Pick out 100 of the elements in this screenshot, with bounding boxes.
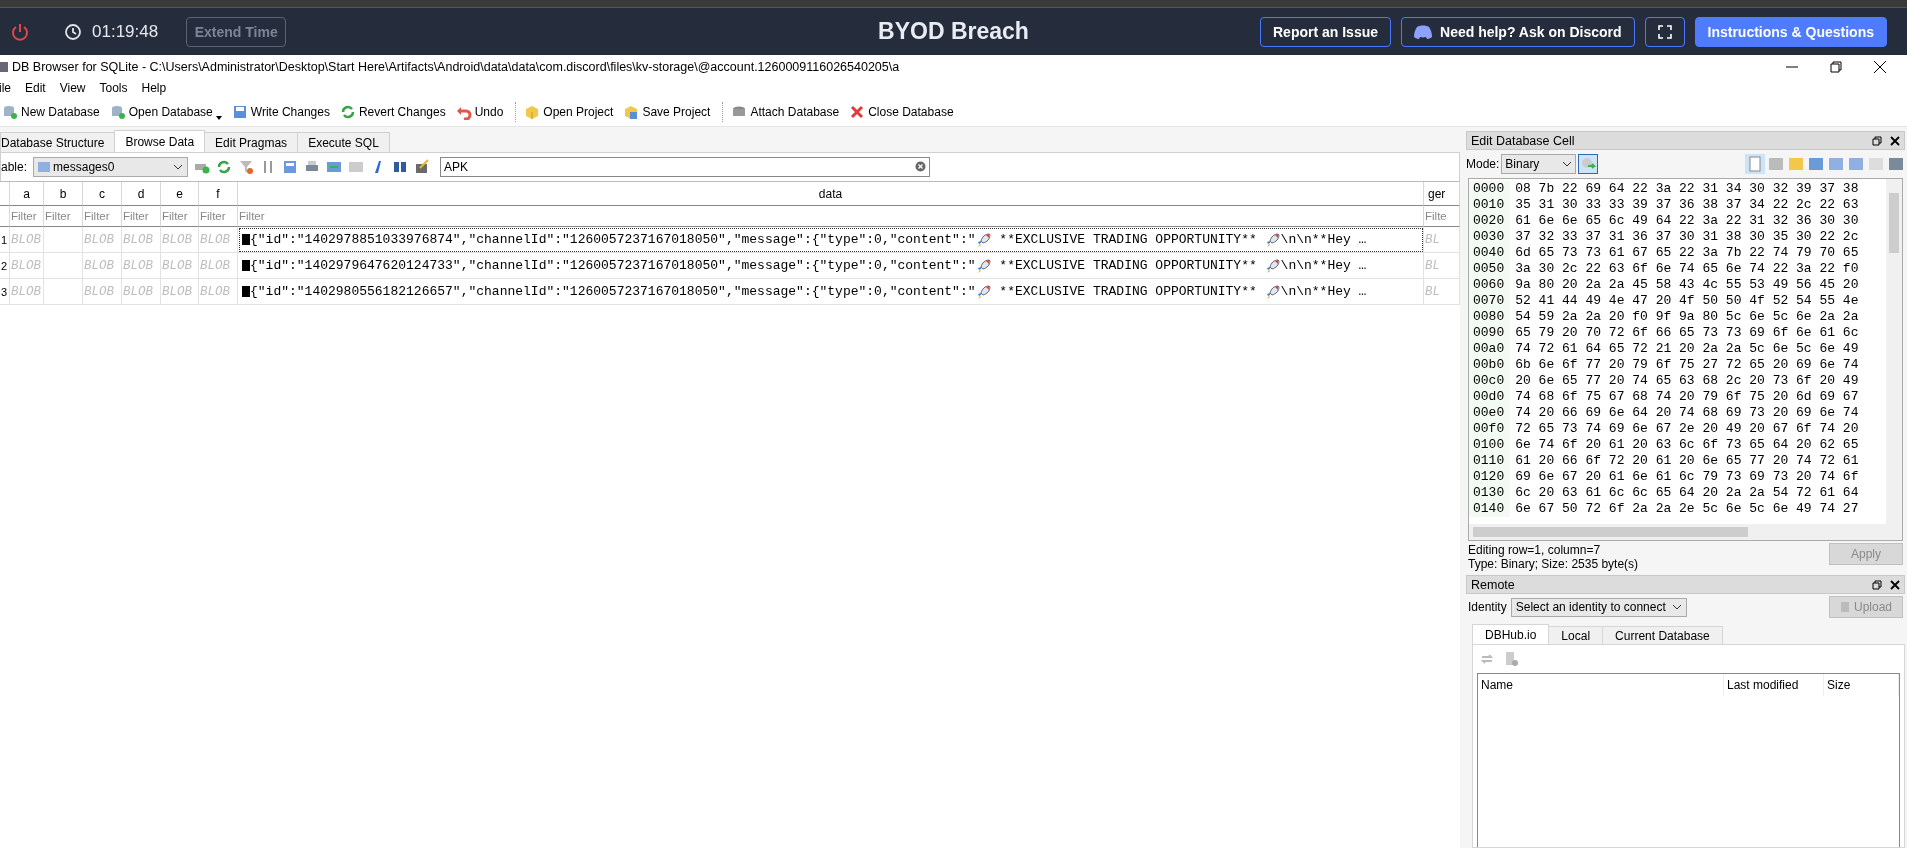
hex-bytes: 65 79 20 70 72 6f 66 65 73 73 69 6f 6e 61 6c [1514,325,1859,341]
identity-select[interactable]: Select an identity to connect [1510,597,1687,617]
cell-text: BLOB [10,284,41,299]
filter-field[interactable]: APK [440,157,931,177]
discord-help-button[interactable]: Need help? Ask on Discord [1401,16,1635,47]
hex-bytes: 6b 6e 6f 77 20 79 6f 75 27 72 65 20 69 6e 74 [1514,357,1859,373]
status-text: Type: Binary; Size: 2535 byte(s) [1468,557,1639,571]
caret-icon [215,115,222,120]
fullscreen-button[interactable] [1644,16,1685,47]
column-header[interactable]: a [23,186,30,201]
close-icon [849,103,866,120]
hex-offset: 0000 [1469,181,1511,197]
cell-text: {"id":"1402978851033976874","channelId":"1260057237167018050","message":{"type":0,"content":" [250,232,976,247]
column-header[interactable]: Last modified [1724,674,1824,696]
toolbar-button[interactable]: Revert Changes [337,98,452,125]
rocket-icon [1264,257,1281,274]
toolbar-button[interactable]: Undo [453,98,510,125]
float-icon [1872,579,1882,590]
column-header[interactable]: data [818,186,843,201]
cell-text: **EXCLUSIVE TRADING OPPORTUNITY** [998,284,1258,299]
column-header[interactable]: d [137,186,145,201]
instructions-button[interactable]: Instructions & Questions [1694,16,1887,47]
hex-bytes: 9a 80 20 2a 2a 45 58 43 4c 55 53 49 56 45 20 [1514,277,1859,293]
hex-offset: 0070 [1469,293,1511,309]
column-header[interactable]: ger [1428,186,1446,201]
page-title: BYOD Breach [878,18,1029,45]
column-header[interactable]: Name [1478,674,1724,696]
menu-item[interactable]: Edit [25,81,54,95]
hex-bytes: 08 7b 22 69 64 22 3a 22 31 34 30 32 39 37 38 [1514,181,1859,197]
hex-offset: 0050 [1469,261,1511,277]
refresh-icon [339,103,356,120]
menu-item[interactable]: Tools [99,81,136,95]
cell-text: \n\n**Hey … [1280,232,1367,247]
toolbar-button[interactable]: New Database [0,98,106,125]
table-select[interactable]: messages0 [33,157,189,177]
row-number: 2 [1,259,8,272]
tab[interactable]: Edit Pragmas [204,132,299,152]
cell-text: **EXCLUSIVE TRADING OPPORTUNITY** [998,232,1258,247]
vertical-scrollbar[interactable] [1886,179,1902,524]
discord-icon [1414,24,1432,39]
panel-title: Edit Database Cell [1471,133,1576,148]
hex-bytes: 20 6e 65 77 20 74 65 63 68 2c 20 73 6f 20 49 [1514,373,1859,389]
report-issue-button[interactable]: Report an Issue [1260,16,1391,47]
cell-text: BLOB [161,258,192,273]
fullscreen-icon [1657,24,1672,39]
hex-bytes: 74 20 66 69 6e 64 20 74 68 69 73 20 69 6e 74 [1514,405,1859,421]
toolbar-button[interactable]: Close Database [847,98,960,125]
toolbar-button[interactable]: Open Project [522,98,620,125]
horizontal-scrollbar[interactable] [1469,524,1902,540]
cell-text: BLOB [199,284,230,299]
toolbar-button[interactable]: Save Project [621,98,717,125]
column-header[interactable]: e [176,186,183,201]
hex-bytes: 69 6e 67 20 61 6e 61 6c 79 73 69 73 20 74 6f [1514,469,1859,485]
column-header[interactable]: Size [1824,674,1899,696]
column-header[interactable]: b [59,186,67,201]
hex-offset: 0080 [1469,309,1511,325]
control-character-icon [242,285,250,298]
database-icon [109,103,126,120]
chevron-down-icon [1671,603,1682,611]
tab[interactable]: Browse Data [114,130,206,152]
tab[interactable]: Database Structure [0,132,116,152]
hex-offset: 00e0 [1469,405,1511,421]
control-character-icon [242,233,250,246]
save-table-icon [282,159,299,175]
table-label: able: [1,160,28,174]
cell-text: BLOB [199,232,230,247]
tab[interactable]: DBHub.io [1472,624,1550,644]
tab[interactable]: Current Database [1602,626,1723,644]
find-icon [392,159,409,175]
identity-label: Identity [1468,600,1507,614]
rocket-icon [975,283,992,300]
hex-offset: 0100 [1469,437,1511,453]
hex-editor[interactable] [1468,178,1903,541]
mode-select[interactable]: Binary [1501,154,1577,174]
column-header[interactable]: f [216,186,220,201]
cell-text: BLOB [122,258,153,273]
cell-text: \n\n**Hey … [1280,258,1367,273]
cell-text: BLOB [83,284,114,299]
menu-item[interactable]: View [59,81,94,95]
tab[interactable]: Execute SQL [297,132,390,152]
hex-offset: 0040 [1469,245,1511,261]
menu-item[interactable]: ile [0,81,19,95]
power-icon [10,21,30,42]
hex-offset: 0060 [1469,277,1511,293]
column-header[interactable]: c [99,186,105,201]
toolbar-button[interactable]: Write Changes [229,98,336,125]
menu-item[interactable]: Help [141,81,175,95]
chevron-down-icon [1562,160,1573,168]
hex-bytes: 74 68 6f 75 67 68 74 20 79 6f 75 20 6d 69 67 [1514,389,1859,405]
cell-text: BLOB [10,258,41,273]
text-mode-icon [1745,154,1765,174]
file-list[interactable]: Name Last modified Size [1477,673,1900,847]
float-icon [1872,135,1882,146]
toolbar-button[interactable]: Open Database [107,98,228,125]
tab[interactable]: Local [1548,626,1604,644]
refresh-icon [216,159,233,175]
close-icon [1890,135,1900,146]
cell-text: BLOB [83,258,114,273]
edit-icon [414,159,431,175]
toolbar-button[interactable]: Attach Database [729,98,846,125]
